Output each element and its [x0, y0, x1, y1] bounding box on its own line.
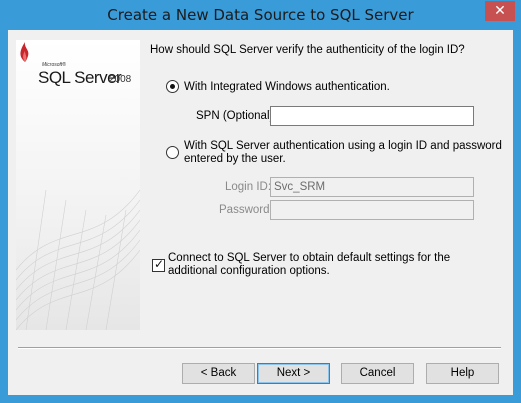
dialog-window: Create a New Data Source to SQL Server ✕	[0, 0, 521, 403]
title-bar[interactable]: Create a New Data Source to SQL Server ✕	[0, 0, 521, 30]
login-id-label: Login ID:	[225, 181, 272, 193]
auth-question: How should SQL Server verify the authent…	[150, 44, 465, 56]
connect-defaults-checkbox[interactable]	[152, 257, 165, 272]
logo-year-text: 2008	[109, 74, 132, 85]
next-button[interactable]: Next >	[257, 363, 330, 384]
connect-defaults-label-line2[interactable]: additional configuration options.	[168, 265, 330, 277]
password-label: Password:	[219, 204, 273, 216]
spn-input[interactable]	[270, 106, 474, 126]
sql-auth-label-line1[interactable]: With SQL Server authentication using a l…	[184, 140, 502, 152]
sql-server-flame-icon	[20, 42, 29, 62]
windows-auth-radio[interactable]	[166, 80, 179, 93]
cancel-button[interactable]: Cancel	[341, 363, 414, 384]
back-button[interactable]: < Back	[182, 363, 255, 384]
dialog-body: Microsoft® SQL Server 2008 How should SQ…	[8, 30, 513, 395]
login-id-input[interactable]: Svc_SRM	[270, 177, 474, 197]
sql-auth-radio[interactable]	[166, 146, 179, 159]
spn-label: SPN (Optional):	[196, 110, 277, 122]
connect-defaults-label-line1[interactable]: Connect to SQL Server to obtain default …	[168, 252, 450, 264]
window-title: Create a New Data Source to SQL Server	[107, 6, 414, 24]
close-button[interactable]: ✕	[485, 1, 515, 21]
button-separator	[18, 347, 501, 349]
help-button[interactable]: Help	[426, 363, 499, 384]
sql-auth-label-line2[interactable]: entered by the user.	[184, 153, 286, 165]
windows-auth-label[interactable]: With Integrated Windows authentication.	[184, 81, 390, 93]
sql-server-logo-panel: Microsoft® SQL Server 2008	[16, 40, 140, 330]
password-input[interactable]	[270, 200, 474, 220]
close-icon: ✕	[494, 3, 506, 19]
